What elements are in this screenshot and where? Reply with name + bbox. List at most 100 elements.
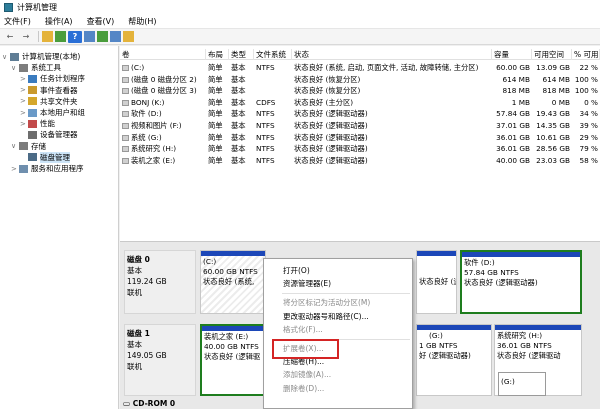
cell-volume: 装机之家 (E:) [120, 155, 206, 166]
partition-g-status: 好 (逻辑驱动器) [419, 351, 471, 360]
cell-percent-free: 29 % [579, 132, 598, 142]
expander-icon[interactable]: > [20, 97, 28, 105]
refresh-icon[interactable] [97, 31, 108, 42]
disk-0-status: 联机 [127, 288, 142, 297]
help-icon[interactable]: ? [68, 30, 82, 43]
tree-item-performance[interactable]: > 性能 [20, 118, 55, 129]
cell-free-space: 10.61 GB [536, 132, 570, 142]
volume-icon [122, 123, 129, 129]
show-hide-tree-icon[interactable] [55, 31, 66, 42]
tree-item-services[interactable]: > 服务和应用程序 [11, 163, 84, 174]
expander-icon[interactable]: > [20, 75, 28, 83]
disk-icon[interactable] [123, 31, 134, 42]
menu-help[interactable]: 帮助(H) [128, 16, 156, 27]
cell-file-system [254, 74, 292, 85]
partition-unnamed[interactable]: 状态良好 (逻辑驱动器) [416, 250, 457, 314]
tree-item-label: 本地用户和组 [40, 108, 85, 117]
partition-h-status: 状态良好 (逻辑驱动 [497, 351, 561, 360]
cell-status: 状态良好 (系统, 启动, 页面文件, 活动, 故障转储, 主分区) [294, 63, 479, 72]
table-row[interactable]: 系统 (G:) 简单 基本 NTFS 状态良好 (逻辑驱动器) 36.01 GB 10.61… [120, 132, 600, 143]
expander-icon[interactable]: ∨ [11, 64, 19, 72]
volume-name: 系统研究 (H:) [131, 144, 177, 154]
menu-action[interactable]: 操作(A) [45, 16, 73, 27]
title-bar: 计算机管理 [0, 0, 600, 14]
tree-item-root[interactable]: ∨ 计算机管理(本地) [2, 51, 80, 62]
export-list-icon[interactable] [110, 31, 121, 42]
table-row[interactable]: BONJ (K:) 简单 基本 CDFS 状态良好 (主分区) 1 MB 0 MB 0 % [120, 97, 600, 108]
properties-icon[interactable] [84, 31, 95, 42]
cell-type: 基本 [231, 63, 246, 72]
menu-view[interactable]: 查看(V) [87, 16, 115, 27]
partition-c[interactable]: (C:) 60.00 GB NTFS 状态良好 (系统, [200, 250, 266, 314]
partition-d[interactable]: 软件 (D:) 57.84 GB NTFS 状态良好 (逻辑驱动器) [460, 250, 582, 314]
menu-item-open[interactable]: 打开(O) [283, 265, 310, 276]
expander-icon[interactable]: > [20, 120, 28, 128]
expander-icon[interactable]: > [20, 86, 28, 94]
tree-item-label: 磁盘管理 [40, 151, 70, 163]
expander-icon[interactable]: ∨ [2, 53, 10, 61]
tree-item-task-scheduler[interactable]: > 任务计划程序 [20, 73, 85, 84]
shared-folders-icon [28, 97, 37, 106]
disk-1-info[interactable]: 磁盘 1 基本 149.05 GB 联机 [124, 324, 196, 396]
cell-status: 状态良好 (逻辑驱动器) [294, 132, 368, 142]
table-row[interactable]: 系统研究 (H:) 简单 基本 NTFS 状态良好 (逻辑驱动器) 36.01 GB 28.… [120, 143, 600, 154]
disk-management-icon [28, 153, 37, 162]
menu-item-mark-active: 将分区标记为活动分区(M) [283, 298, 371, 308]
tree-item-device-manager[interactable]: 设备管理器 [20, 129, 78, 140]
volume-name: 视频和图片 (F:) [131, 121, 182, 130]
tree-item-disk-management[interactable]: 磁盘管理 [20, 151, 70, 163]
tree-item-shared-folders[interactable]: > 共享文件夹 [20, 96, 78, 107]
partition-e[interactable]: 装机之家 (E:) 40.00 GB NTFS 状态良好 (逻辑驱 [200, 324, 266, 396]
folder-up-icon[interactable] [42, 31, 53, 42]
volume-icon [122, 88, 129, 95]
column-header-layout[interactable]: 布局 [206, 49, 229, 60]
tree-item-label: 性能 [40, 119, 55, 129]
column-header-volume[interactable]: 卷 [120, 49, 206, 60]
tree-item-label: 存储 [31, 141, 46, 151]
partition-e-name: 装机之家 (E:) [204, 332, 249, 341]
cell-volume: (磁盘 0 磁盘分区 3) [120, 85, 206, 96]
column-header-file-system[interactable]: 文件系统 [254, 49, 292, 60]
cell-type: 基本 [231, 74, 246, 84]
menu-item-change-drive-letter[interactable]: 更改驱动器号和路径(C)... [283, 311, 369, 322]
back-icon[interactable]: ← [3, 31, 17, 43]
menu-file[interactable]: 文件(F) [4, 16, 31, 27]
table-row[interactable]: (C:) 简单 基本 NTFS 状态良好 (系统, 启动, 页面文件, 活动, 故障转储… [120, 62, 600, 73]
column-header-status[interactable]: 状态 [292, 49, 492, 60]
cdrom-0[interactable]: ▭ CD-ROM 0 [123, 399, 213, 409]
tree-item-storage[interactable]: ∨ 存储 [11, 141, 46, 152]
tree-item-local-users[interactable]: > 本地用户和组 [20, 107, 85, 118]
menu-item-explorer[interactable]: 资源管理器(E) [283, 278, 331, 289]
expander-icon[interactable]: ∨ [11, 142, 19, 150]
forward-icon[interactable]: → [19, 31, 33, 43]
tree-item-system-tools[interactable]: ∨ 系统工具 [11, 62, 61, 73]
partition-g[interactable]: (G:) 1 GB NTFS 好 (逻辑驱动器) [416, 324, 492, 396]
cell-free-space: 23.03 GB [536, 155, 570, 165]
column-header-type[interactable]: 类型 [229, 49, 254, 60]
navigation-tree: ∨ 计算机管理(本地) ∨ 系统工具 > 任务计划程序 > 事件查看器 > 共享文件夹 > 本地用户和… [0, 46, 119, 409]
cell-free-space: 0 MB [551, 97, 570, 107]
column-header-capacity[interactable]: 容量 [492, 49, 532, 60]
table-row[interactable]: 软件 (D:) 简单 基本 NTFS 状态良好 (逻辑驱动器) 57.84 GB 19.43… [120, 108, 600, 119]
volume-icon [122, 99, 129, 106]
cell-volume: 软件 (D:) [120, 108, 206, 119]
table-row[interactable]: 视频和图片 (F:) 简单 基本 NTFS 状态良好 (逻辑驱动器) 37.01 GB 14… [120, 120, 600, 131]
cell-free-space: 19.43 GB [536, 109, 570, 119]
expander-icon[interactable]: > [20, 109, 28, 117]
column-header-free-space[interactable]: 可用空间 [532, 49, 572, 60]
expander-icon[interactable]: > [11, 165, 19, 173]
partition-bar [462, 252, 580, 257]
table-row[interactable]: (磁盘 0 磁盘分区 2) 简单 基本 状态良好 (恢复分区) 614 MB 614 MB… [120, 74, 600, 85]
volume-name: 装机之家 (E:) [131, 155, 176, 165]
table-row[interactable]: (磁盘 0 磁盘分区 3) 简单 基本 状态良好 (恢复分区) 818 MB 818 MB… [120, 85, 600, 96]
volume-name: BONJ (K:) [131, 97, 165, 107]
partition-bar [495, 325, 581, 330]
disk-0-info[interactable]: 磁盘 0 基本 119.24 GB 联机 [124, 250, 196, 314]
volume-list-header: 卷布局 类型 文件系统 状态 容量 可用空间% 可用 [120, 49, 600, 60]
partition-c-size: 60.00 GB NTFS [203, 267, 258, 276]
table-row[interactable]: 装机之家 (E:) 简单 基本 NTFS 状态良好 (逻辑驱动器) 40.00 GB 23.… [120, 155, 600, 166]
tree-item-event-viewer[interactable]: > 事件查看器 [20, 85, 78, 96]
partition-g-secondary[interactable]: (G:) [498, 372, 546, 396]
column-header-percent-free[interactable]: % 可用 [572, 49, 600, 60]
cell-status: 状态良好 (逻辑驱动器) [294, 155, 368, 165]
